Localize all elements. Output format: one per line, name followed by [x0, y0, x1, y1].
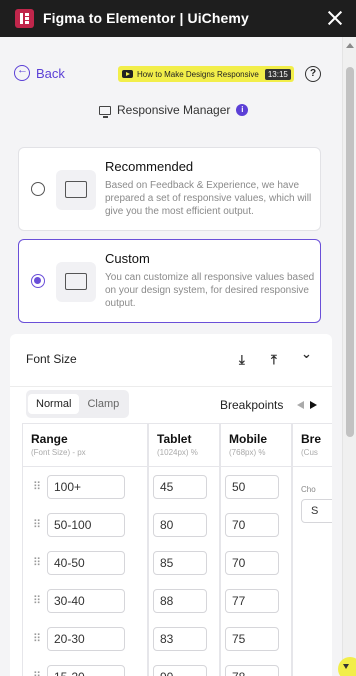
drag-handle-icon[interactable]: ⠿ — [33, 594, 41, 607]
radio-recommended[interactable] — [31, 182, 45, 196]
title-bar: Figma to Elementor | UiChemy — [0, 0, 356, 37]
help-icon[interactable]: ? — [305, 66, 321, 82]
option-card-custom[interactable]: Custom You can customize all responsive … — [18, 239, 321, 323]
column-subtitle: (768px) % — [229, 448, 266, 457]
column-header: Range — [31, 432, 68, 446]
content-area: Back How to Make Designs Responsive 13:1… — [0, 37, 342, 676]
option-title: Recommended — [105, 159, 194, 174]
uichemy-logo-icon — [15, 9, 34, 28]
column-header: Bre — [301, 432, 322, 446]
drag-handle-icon[interactable]: ⠿ — [33, 632, 41, 645]
option-card-recommended[interactable]: Recommended Based on Feedback & Experien… — [18, 147, 321, 231]
download-icon[interactable]: ⤓ — [239, 352, 245, 368]
column-subtitle: (Cus — [301, 448, 318, 457]
choose-label: Cho — [301, 485, 316, 494]
range-input[interactable]: 40-50 — [47, 551, 125, 575]
mobile-input[interactable]: 77 — [225, 589, 279, 613]
mobile-input[interactable]: 75 — [225, 627, 279, 651]
devices-icon — [56, 262, 96, 302]
mobile-column: Mobile (768px) % 50 70 70 77 75 78 — [220, 423, 292, 676]
column-header: Mobile — [229, 432, 267, 446]
tablet-input[interactable]: 85 — [153, 551, 207, 575]
responsive-icon — [56, 170, 96, 210]
arrow-right-icon[interactable] — [310, 401, 317, 409]
section-header: Responsive Manager i — [99, 103, 249, 118]
range-input[interactable]: 50-100 — [47, 513, 125, 537]
font-size-panel: Font Size ⤓ ⤒ ⌄ Normal Clamp Breakpoints… — [10, 334, 332, 676]
scroll-up-icon[interactable] — [346, 43, 354, 48]
drag-handle-icon[interactable]: ⠿ — [33, 556, 41, 569]
mobile-input[interactable]: 70 — [225, 551, 279, 575]
tablet-input[interactable]: 83 — [153, 627, 207, 651]
tablet-input[interactable]: 80 — [153, 513, 207, 537]
mode-normal[interactable]: Normal — [28, 394, 80, 414]
app-title: Figma to Elementor | UiChemy — [43, 10, 249, 26]
scroll-down-button[interactable] — [338, 657, 356, 676]
option-title: Custom — [105, 251, 150, 266]
back-arrow-icon — [14, 64, 30, 81]
youtube-icon — [122, 70, 133, 78]
scrollbar[interactable] — [342, 37, 356, 676]
range-input[interactable]: 20-30 — [47, 627, 125, 651]
option-description: You can customize all responsive values … — [105, 272, 315, 309]
column-subtitle: (1024px) % — [157, 448, 198, 457]
drag-handle-icon[interactable]: ⠿ — [33, 480, 41, 493]
tablet-column: Tablet (1024px) % 45 80 85 88 83 90 — [148, 423, 220, 676]
drag-handle-icon[interactable]: ⠿ — [33, 518, 41, 531]
tablet-input[interactable]: 90 — [153, 665, 207, 676]
tablet-input[interactable]: 45 — [153, 475, 207, 499]
range-column: Range (Font Size) - px ⠿ 100+ ⠿ 50-100 ⠿ 40-5… — [22, 423, 148, 676]
close-icon[interactable] — [326, 9, 344, 27]
custom-breakpoint-column: Bre (Cus Cho S — [292, 423, 332, 676]
drag-handle-icon[interactable]: ⠿ — [33, 670, 41, 676]
range-input[interactable]: 100+ — [47, 475, 125, 499]
radio-custom[interactable] — [31, 274, 45, 288]
mode-clamp[interactable]: Clamp — [79, 394, 127, 414]
upload-icon[interactable]: ⤒ — [271, 352, 277, 368]
font-size-title: Font Size — [26, 352, 77, 366]
info-icon[interactable]: i — [236, 104, 249, 116]
back-button[interactable]: Back — [14, 64, 65, 81]
monitor-icon — [99, 105, 111, 118]
mobile-input[interactable]: 78 — [225, 665, 279, 676]
scrollbar-thumb[interactable] — [346, 67, 354, 437]
mobile-input[interactable]: 70 — [225, 513, 279, 537]
option-description: Based on Feedback & Experience, we have … — [105, 180, 312, 217]
tutorial-video-link[interactable]: How to Make Designs Responsive 13:15 — [118, 66, 294, 82]
breakpoints-label: Breakpoints — [220, 398, 284, 412]
chevron-down-icon[interactable]: ⌄ — [301, 346, 312, 362]
font-size-table: Range (Font Size) - px ⠿ 100+ ⠿ 50-100 ⠿ 40-5… — [22, 423, 332, 676]
column-header: Tablet — [157, 432, 192, 446]
mobile-input[interactable]: 50 — [225, 475, 279, 499]
breakpoint-select[interactable]: S — [301, 499, 332, 523]
tablet-input[interactable]: 88 — [153, 589, 207, 613]
range-input[interactable]: 30-40 — [47, 589, 125, 613]
arrow-left-icon[interactable] — [297, 401, 304, 409]
video-duration: 13:15 — [264, 68, 291, 80]
range-input[interactable]: 15-20 — [47, 665, 125, 676]
mode-toggle: Normal Clamp — [26, 390, 130, 418]
back-label: Back — [36, 65, 65, 81]
divider — [10, 386, 332, 387]
section-title: Responsive Manager — [117, 103, 231, 117]
column-subtitle: (Font Size) - px — [31, 448, 86, 457]
video-label: How to Make Designs Responsive — [137, 69, 259, 79]
